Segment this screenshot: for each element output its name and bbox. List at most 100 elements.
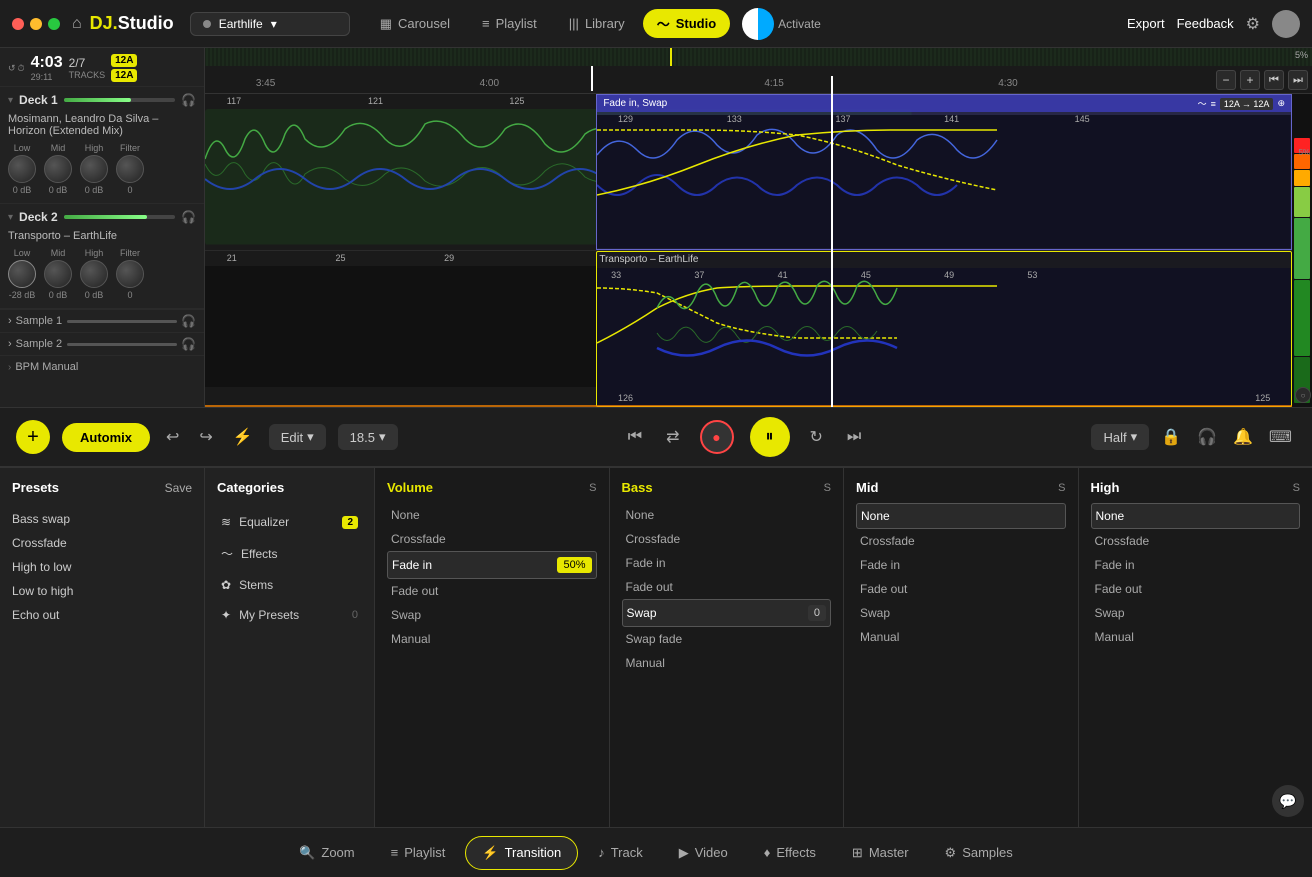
timeline-ruler[interactable]: − + ⏮ ⏭ 3:45 4:00 4:15 4:30 bbox=[205, 66, 1312, 94]
keyboard-button[interactable]: ⌨ bbox=[1265, 423, 1296, 451]
magnet-button[interactable]: ⚡ bbox=[229, 423, 257, 451]
preset-item-low-to-high[interactable]: Low to high bbox=[12, 579, 192, 603]
play-pause-button[interactable]: ⏸ bbox=[750, 417, 790, 457]
preset-item-echo-out[interactable]: Echo out bbox=[12, 603, 192, 627]
mid-s-button[interactable]: S bbox=[1058, 482, 1065, 494]
deck-2-chevron[interactable]: ▾ bbox=[8, 212, 13, 223]
edit-button[interactable]: Edit ▾ bbox=[269, 424, 326, 450]
tab-carousel[interactable]: ▦ Carousel bbox=[366, 9, 464, 38]
preset-selector[interactable]: Earthlife ▾ bbox=[190, 12, 350, 36]
chat-button[interactable]: 💬 bbox=[1272, 785, 1304, 817]
deck-2-volume-bar[interactable] bbox=[64, 215, 175, 219]
bottom-tab-samples[interactable]: ⚙ Samples bbox=[929, 837, 1029, 869]
bpm-selector[interactable]: 18.5 ▾ bbox=[338, 424, 398, 450]
bass-manual[interactable]: Manual bbox=[622, 651, 832, 675]
category-stems[interactable]: ✿ Stems bbox=[217, 570, 362, 600]
volume-s-button[interactable]: S bbox=[589, 482, 596, 494]
category-equalizer[interactable]: ≋ Equalizer 2 bbox=[217, 507, 362, 537]
deck-1-mid-knob-control[interactable] bbox=[44, 155, 72, 183]
prev-track-button[interactable]: ⏮ bbox=[624, 424, 646, 450]
automix-button[interactable]: Automix bbox=[62, 423, 150, 452]
record-button[interactable]: ● bbox=[700, 420, 734, 454]
bottom-tab-transition[interactable]: ⚡ Transition bbox=[465, 836, 578, 870]
tab-playlist[interactable]: ≡ Playlist bbox=[468, 9, 551, 38]
vu-knob[interactable]: ○ bbox=[1295, 387, 1311, 403]
high-manual[interactable]: Manual bbox=[1091, 625, 1301, 649]
deck-2-headphone-icon[interactable]: 🎧 bbox=[181, 210, 196, 224]
high-none[interactable]: None bbox=[1091, 503, 1301, 529]
bottom-tab-playlist[interactable]: ≡ Playlist bbox=[375, 837, 462, 868]
deck-1-low-knob-control[interactable] bbox=[8, 155, 36, 183]
bottom-tab-track[interactable]: ♪ Track bbox=[582, 837, 659, 868]
fast-forward-button[interactable]: ⏭ bbox=[1288, 70, 1308, 90]
sample-1-headphone[interactable]: 🎧 bbox=[181, 314, 196, 328]
bottom-tab-effects[interactable]: ♦ Effects bbox=[748, 837, 832, 868]
shuffle-button[interactable]: ⇄ bbox=[662, 423, 683, 451]
mid-none[interactable]: None bbox=[856, 503, 1066, 529]
mid-swap[interactable]: Swap bbox=[856, 601, 1066, 625]
close-button[interactable] bbox=[12, 18, 24, 30]
deck-2-filter-knob-control[interactable] bbox=[116, 260, 144, 288]
track-2-main-block[interactable]: Transporto – EarthLife bbox=[596, 251, 1292, 408]
tab-studio[interactable]: 〜 Studio bbox=[643, 9, 730, 38]
bottom-tab-video[interactable]: ▶ Video bbox=[663, 837, 744, 869]
home-button[interactable]: ⌂ bbox=[72, 15, 82, 33]
zoom-in-button[interactable]: + bbox=[1240, 70, 1260, 90]
volume-fade-in[interactable]: Fade in 50% bbox=[387, 551, 597, 579]
sample-2-chevron[interactable]: › bbox=[8, 338, 12, 350]
settings-icon[interactable]: ⚙ bbox=[1246, 14, 1260, 34]
export-button[interactable]: Export bbox=[1127, 16, 1165, 31]
undo-button[interactable]: ↩ bbox=[162, 423, 183, 451]
volume-crossfade[interactable]: Crossfade bbox=[387, 527, 597, 551]
sample-1-bar[interactable] bbox=[67, 320, 177, 323]
preset-item-high-to-low[interactable]: High to low bbox=[12, 555, 192, 579]
bass-s-button[interactable]: S bbox=[824, 482, 831, 494]
sample-1-chevron[interactable]: › bbox=[8, 315, 12, 327]
transition-zoom-icon[interactable]: ⊕ bbox=[1277, 98, 1285, 109]
notification-button[interactable]: 🔔 bbox=[1229, 423, 1257, 451]
mid-manual[interactable]: Manual bbox=[856, 625, 1066, 649]
bottom-tab-master[interactable]: ⊞ Master bbox=[836, 837, 925, 869]
headphone-monitor-button[interactable]: 🎧 bbox=[1193, 423, 1221, 451]
deck-1-headphone-icon[interactable]: 🎧 bbox=[181, 93, 196, 107]
volume-fade-out[interactable]: Fade out bbox=[387, 579, 597, 603]
bottom-tab-zoom[interactable]: 🔍 Zoom bbox=[283, 837, 370, 869]
next-track-button[interactable]: ⏭ bbox=[843, 424, 865, 450]
fullscreen-button[interactable] bbox=[48, 18, 60, 30]
volume-swap[interactable]: Swap bbox=[387, 603, 597, 627]
bass-none[interactable]: None bbox=[622, 503, 832, 527]
preset-item-bass-swap[interactable]: Bass swap bbox=[12, 507, 192, 531]
high-crossfade[interactable]: Crossfade bbox=[1091, 529, 1301, 553]
mid-fade-in[interactable]: Fade in bbox=[856, 553, 1066, 577]
high-fade-out[interactable]: Fade out bbox=[1091, 577, 1301, 601]
tab-library[interactable]: ||| Library bbox=[555, 9, 639, 38]
bpm-manual-row[interactable]: › BPM Manual bbox=[0, 355, 204, 378]
bass-fade-out[interactable]: Fade out bbox=[622, 575, 832, 599]
half-selector[interactable]: Half ▾ bbox=[1091, 424, 1149, 450]
overview-bar[interactable]: 5% bbox=[205, 48, 1312, 66]
loop-button[interactable]: ↻ bbox=[806, 423, 827, 451]
volume-manual[interactable]: Manual bbox=[387, 627, 597, 651]
activate-button[interactable]: Activate bbox=[778, 17, 821, 31]
deck-1-high-knob-control[interactable] bbox=[80, 155, 108, 183]
high-swap[interactable]: Swap bbox=[1091, 601, 1301, 625]
volume-none[interactable]: None bbox=[387, 503, 597, 527]
redo-button[interactable]: ↪ bbox=[195, 423, 216, 451]
mid-crossfade[interactable]: Crossfade bbox=[856, 529, 1066, 553]
lock-button[interactable]: 🔒 bbox=[1157, 423, 1185, 451]
bass-swap[interactable]: Swap 0 bbox=[622, 599, 832, 627]
deck-2-high-knob-control[interactable] bbox=[80, 260, 108, 288]
bass-fade-in[interactable]: Fade in bbox=[622, 551, 832, 575]
waveform-view-icon[interactable]: 〜 bbox=[1198, 97, 1207, 110]
mid-fade-out[interactable]: Fade out bbox=[856, 577, 1066, 601]
transition-menu-icon[interactable]: ≡ bbox=[1211, 99, 1216, 109]
rewind-button[interactable]: ⏮ bbox=[1264, 70, 1284, 90]
sample-2-headphone[interactable]: 🎧 bbox=[181, 337, 196, 351]
deck-2-low-knob-control[interactable] bbox=[8, 260, 36, 288]
add-button[interactable]: + bbox=[16, 420, 50, 454]
user-avatar[interactable] bbox=[1272, 10, 1300, 38]
deck-2-mid-knob-control[interactable] bbox=[44, 260, 72, 288]
category-effects[interactable]: 〜 Effects bbox=[217, 537, 362, 570]
deck-1-filter-knob-control[interactable] bbox=[116, 155, 144, 183]
deck-1-chevron[interactable]: ▾ bbox=[8, 95, 13, 106]
